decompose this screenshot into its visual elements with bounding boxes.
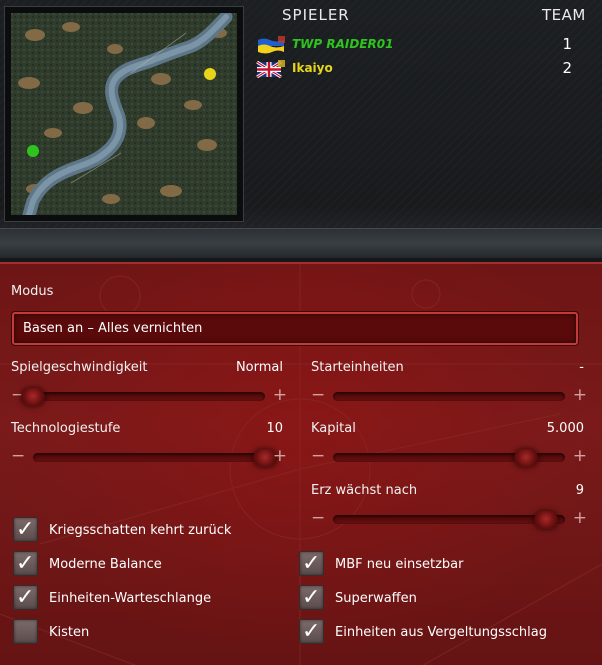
player-name: TWP RAIDER01 — [292, 37, 394, 51]
ore-growth-value: 9 — [575, 483, 584, 498]
fog-of-war-checkbox[interactable]: ✓ — [13, 517, 38, 542]
retaliation-units-label: Einheiten aus Vergeltungsschlag — [335, 625, 547, 640]
divider-band — [0, 228, 602, 258]
increase-button[interactable]: + — [573, 509, 587, 527]
increase-button[interactable]: + — [573, 386, 587, 404]
uk-flag-icon — [256, 60, 286, 79]
increase-button[interactable]: + — [573, 447, 587, 465]
tech-level-slider[interactable]: − + — [11, 447, 287, 467]
slider-track[interactable] — [33, 449, 277, 467]
team-header: TEAM — [542, 6, 586, 24]
game-settings-panel: Modus Basen an – Alles vernichten Spielg… — [0, 262, 602, 665]
check-icon: ✓ — [302, 551, 321, 576]
player1-start-marker — [27, 145, 39, 157]
start-units-value: - — [579, 360, 584, 375]
check-icon: ✓ — [302, 619, 321, 644]
crates-label: Kisten — [49, 625, 90, 640]
mcv-redeploy-checkbox[interactable]: ✓ — [299, 551, 324, 576]
slider-knob[interactable] — [21, 388, 45, 406]
capital-value: 5.000 — [546, 421, 584, 436]
fog-of-war-label: Kriegsschatten kehrt zurück — [49, 523, 232, 538]
map-terrain — [11, 13, 237, 215]
player-name: Ikaiyo — [292, 61, 333, 75]
check-icon: ✓ — [302, 585, 321, 610]
start-units-label: Starteinheiten — [311, 360, 404, 375]
game-speed-value: Normal — [235, 360, 283, 375]
slider-knob[interactable] — [513, 449, 538, 467]
superweapons-checkbox[interactable]: ✓ — [299, 585, 324, 610]
player-row[interactable]: TWP RAIDER01 1 — [256, 35, 586, 55]
game-speed-label: Spielgeschwindigkeit — [11, 360, 148, 375]
players-header: SPIELER — [282, 6, 350, 24]
player2-start-marker — [204, 68, 216, 80]
decrease-button[interactable]: − — [311, 447, 325, 465]
decrease-button[interactable]: − — [311, 509, 325, 527]
increase-button[interactable]: + — [273, 386, 287, 404]
tech-level-value: 10 — [266, 421, 283, 436]
slider-track[interactable] — [333, 392, 565, 401]
decrease-button[interactable]: − — [311, 386, 325, 404]
modern-balance-checkbox[interactable]: ✓ — [13, 551, 38, 576]
tech-level-label: Technologiestufe — [11, 421, 121, 436]
ukraine-flag-icon — [256, 36, 286, 54]
crates-checkbox[interactable] — [13, 619, 38, 644]
modern-balance-label: Moderne Balance — [49, 557, 162, 572]
game-speed-slider[interactable]: − + — [11, 386, 287, 406]
increase-button[interactable]: + — [273, 447, 287, 465]
decrease-button[interactable]: − — [11, 447, 25, 465]
check-icon: ✓ — [16, 585, 35, 610]
slider-track[interactable] — [21, 388, 265, 406]
slider-track[interactable] — [333, 511, 565, 529]
map-preview[interactable] — [4, 6, 244, 222]
ore-growth-slider[interactable]: − + — [311, 509, 587, 529]
unit-queue-checkbox[interactable]: ✓ — [13, 585, 38, 610]
player-team[interactable]: 1 — [562, 35, 572, 53]
capital-label: Kapital — [311, 421, 356, 436]
slider-track[interactable] — [333, 449, 565, 467]
start-units-slider[interactable]: − + — [311, 386, 587, 406]
capital-slider[interactable]: − + — [311, 447, 587, 467]
retaliation-units-checkbox[interactable]: ✓ — [299, 619, 324, 644]
check-icon: ✓ — [16, 551, 35, 576]
player-row[interactable]: Ikaiyo 2 — [256, 59, 586, 79]
ore-growth-label: Erz wächst nach — [311, 483, 418, 498]
superweapons-label: Superwaffen — [335, 591, 417, 606]
mode-label: Modus — [11, 284, 54, 299]
unit-queue-label: Einheiten-Warteschlange — [49, 591, 212, 606]
mode-dropdown[interactable]: Basen an – Alles vernichten — [12, 312, 578, 345]
check-icon: ✓ — [16, 517, 35, 542]
mcv-redeploy-label: MBF neu einsetzbar — [335, 557, 464, 572]
slider-knob[interactable] — [534, 511, 559, 529]
player-team[interactable]: 2 — [562, 59, 572, 77]
